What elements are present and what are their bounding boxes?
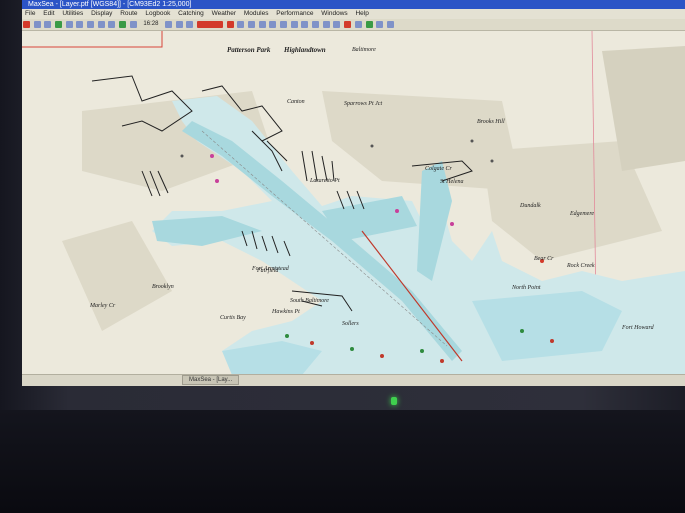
hand-icon[interactable]: [280, 21, 288, 28]
landmark-mark: [370, 144, 374, 148]
plot-icon[interactable]: [365, 21, 373, 28]
step-icon[interactable]: [186, 21, 194, 28]
compass-icon[interactable]: [322, 21, 330, 28]
nautical-chart[interactable]: Patterson Park Highlandtown Baltimore Ca…: [22, 30, 685, 376]
tide-icon[interactable]: [354, 21, 362, 28]
menu-route[interactable]: Route: [117, 9, 140, 19]
landmark-mark: [470, 139, 474, 143]
monitor-screen: MaxSea - [Layer.ptf [WGS84]] - [CM93Ed2 …: [22, 0, 685, 386]
menu-catching[interactable]: Catching: [175, 9, 207, 19]
label-st-helena: St Helena: [440, 179, 464, 185]
menu-weather[interactable]: Weather: [209, 9, 239, 19]
measure-icon[interactable]: [290, 21, 298, 28]
label-colgate: Colgate Cr: [425, 166, 452, 172]
menu-logbook[interactable]: Logbook: [142, 9, 173, 19]
label-sollers: Sollers: [342, 321, 359, 327]
label-highlandtown: Highlandtown: [284, 46, 326, 54]
label-patterson-park: Patterson Park: [227, 46, 271, 54]
mob-icon[interactable]: [248, 21, 256, 28]
zoom-out-icon[interactable]: [269, 21, 277, 28]
label-edgemere: Edgemere: [570, 211, 595, 217]
menu-display[interactable]: Display: [88, 9, 115, 19]
desk-surface: [0, 410, 685, 513]
menu-utilities[interactable]: Utilities: [59, 9, 86, 19]
buoy-mark: [450, 222, 454, 226]
buoy-mark: [215, 179, 219, 183]
label-curtis-bay: Curtis Bay: [220, 315, 246, 321]
print-icon[interactable]: [108, 21, 116, 28]
menu-bar: File Edit Utilities Display Route Logboo…: [22, 9, 685, 19]
red-buoy: [310, 341, 314, 345]
green-buoy: [350, 347, 354, 351]
clock-icon: [129, 21, 137, 28]
red-buoy: [550, 339, 554, 343]
toolbar: 16:28: [22, 19, 685, 31]
menu-file[interactable]: File: [22, 9, 38, 19]
green-buoy: [285, 334, 289, 338]
green-buoy: [520, 329, 524, 333]
layer-icon[interactable]: [55, 21, 63, 28]
radar-icon[interactable]: [333, 21, 341, 28]
label-bear-creek: Bear Cr: [534, 256, 554, 262]
menu-edit[interactable]: Edit: [40, 9, 57, 19]
green-buoy: [420, 349, 424, 353]
label-south-baltimore: South Baltimore: [290, 298, 329, 304]
label-fort-howard: Fort Howard: [622, 325, 654, 331]
label-brooks-hill: Brooks Hill: [477, 119, 505, 125]
label-brooklyn: Brooklyn: [152, 284, 174, 290]
table-icon[interactable]: [87, 21, 95, 28]
line-icon[interactable]: [301, 21, 309, 28]
settings-icon[interactable]: [376, 21, 384, 28]
label-fort-armistead: Fort Armistead: [252, 266, 289, 272]
power-led-icon: [391, 397, 397, 405]
menu-modules[interactable]: Modules: [241, 9, 272, 19]
label-dundalk: Dundalk: [520, 203, 541, 209]
pointer-icon[interactable]: [33, 21, 41, 28]
buoy-mark: [210, 154, 214, 158]
zoom-in-icon[interactable]: [44, 21, 52, 28]
taskbar-maxsea-button[interactable]: MaxSea - [Lay...: [182, 375, 240, 385]
vessel-icon[interactable]: [237, 21, 245, 28]
alarm-icon[interactable]: [344, 21, 352, 28]
red-buoy: [440, 359, 444, 363]
landmark-mark: [180, 154, 184, 158]
target-icon[interactable]: [258, 21, 266, 28]
menu-windows[interactable]: Windows: [318, 9, 350, 19]
title-bar: MaxSea - [Layer.ptf [WGS84]] - [CM93Ed2 …: [22, 0, 685, 9]
label-lazaretto: Lazaretto Pt: [310, 178, 340, 184]
label-north-point: North Point: [512, 285, 541, 291]
buoy-mark: [395, 209, 399, 213]
window-icon[interactable]: [97, 21, 105, 28]
pencil-icon[interactable]: [226, 21, 234, 28]
chart-icon[interactable]: [65, 21, 73, 28]
red-buoy: [380, 354, 384, 358]
menu-performance[interactable]: Performance: [273, 9, 316, 19]
time-readout: 16:28: [143, 21, 159, 27]
label-canton: Canton: [287, 99, 305, 105]
label-rock-creek: Rock Creek: [567, 263, 595, 269]
label-hawkins-pt: Hawkins Pt: [272, 309, 300, 315]
save-icon[interactable]: [119, 21, 127, 28]
route-tool-icon[interactable]: [23, 21, 30, 28]
landmark-mark: [490, 159, 494, 163]
info-icon[interactable]: [386, 21, 394, 28]
close-chart-icon[interactable]: [197, 21, 224, 28]
play-back-icon[interactable]: [165, 21, 173, 28]
grid-icon[interactable]: [76, 21, 84, 28]
label-sparrows-pt: Sparrows Pt Jct: [344, 101, 383, 107]
status-bar: MaxSea - [Lay...: [22, 374, 685, 386]
mark-icon[interactable]: [312, 21, 320, 28]
label-marley-cr: Marley Cr: [90, 303, 116, 309]
play-forward-icon[interactable]: [175, 21, 183, 28]
menu-help[interactable]: Help: [352, 9, 371, 19]
window-title: MaxSea - [Layer.ptf [WGS84]] - [CM93Ed2 …: [28, 1, 192, 8]
label-baltimore: Baltimore: [352, 47, 376, 53]
